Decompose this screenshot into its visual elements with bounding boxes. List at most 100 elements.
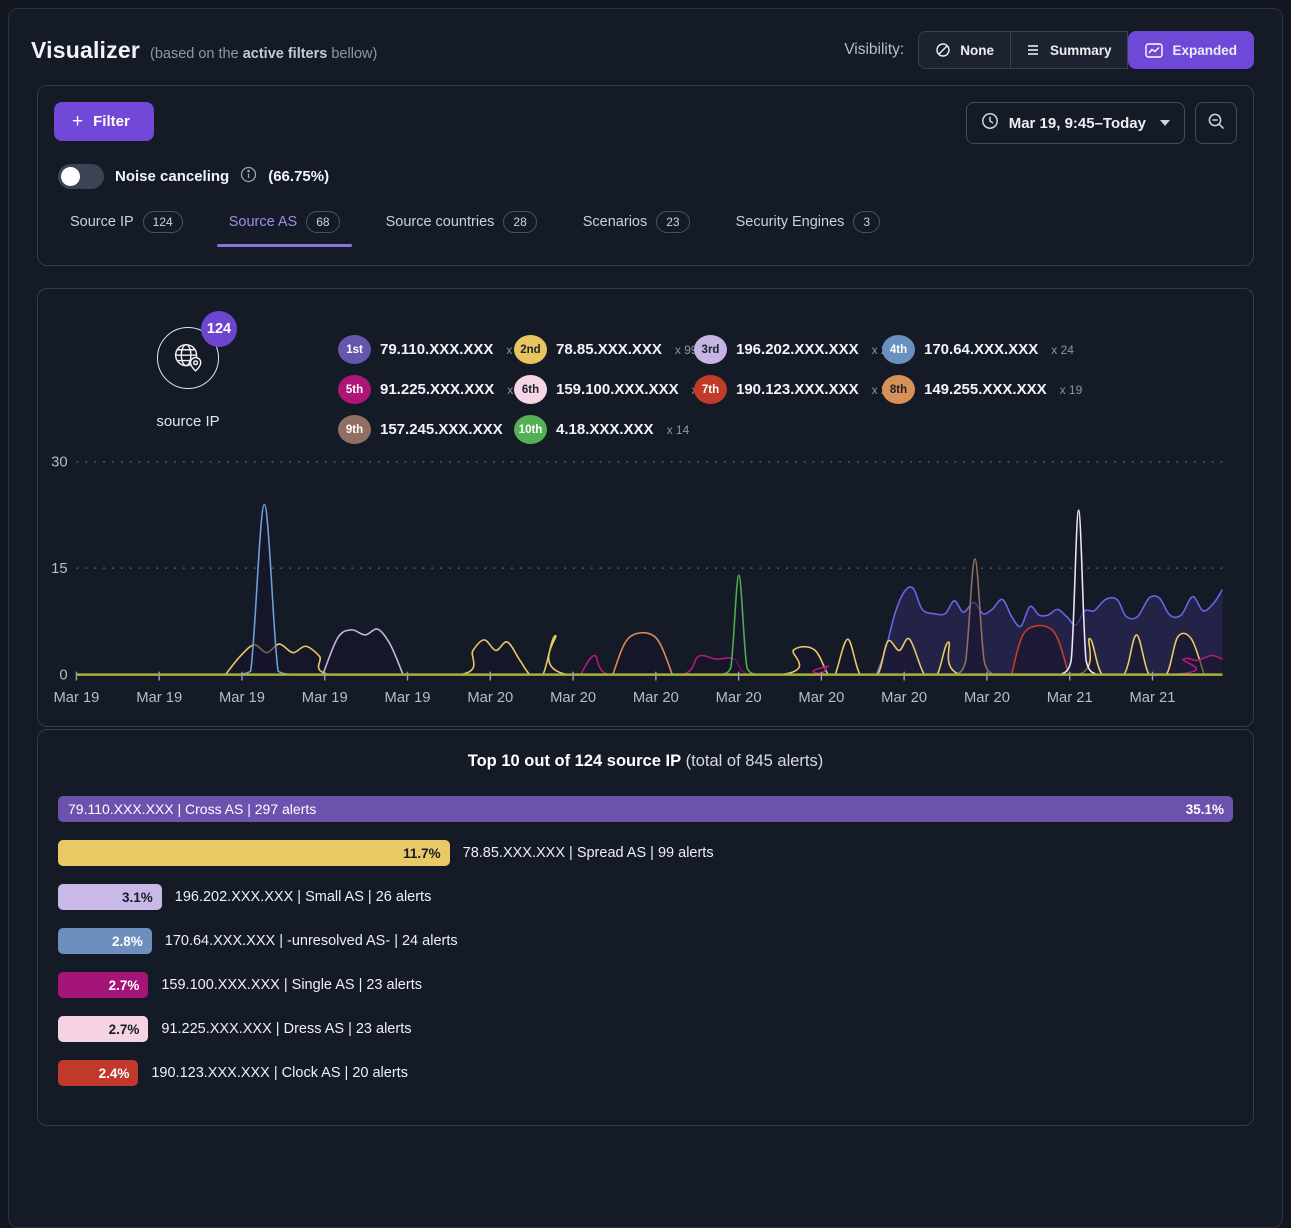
chevron-down-icon [1160,120,1170,126]
legend-ip: 78.85.XXX.XXX [556,341,662,358]
tab-label: Scenarios [583,214,647,230]
legend-rank-badge: 7th [694,375,727,404]
top10-bar-label: 91.225.XXX.XXX | Dress AS | 23 alerts [161,1021,411,1037]
entity-summary: 124 source IP [38,315,338,444]
top10-bar-label: 190.123.XXX.XXX | Clock AS | 20 alerts [151,1065,408,1081]
add-filter-button[interactable]: + Filter [54,102,154,141]
tab-security-engines[interactable]: Security Engines 3 [736,211,881,247]
legend-rank-badge: 5th [338,375,371,404]
clock-icon [981,112,999,134]
info-icon[interactable] [240,166,257,188]
x-axis-label: Mar 19 [302,690,348,706]
x-axis-label: Mar 20 [716,690,762,706]
noise-canceling-toggle[interactable] [58,164,104,189]
noise-canceling-label: Noise canceling [115,168,229,185]
legend-ip: 190.123.XXX.XXX [736,381,859,398]
tab-label: Source countries [386,214,495,230]
legend-item: 3rd196.202.XXX.XXXx 26 [694,335,882,364]
top10-bar-label: 170.64.XXX.XXX | -unresolved AS- | 24 al… [165,933,458,949]
visibility-option-label: None [960,43,994,58]
filter-panel: + Filter Mar 19, 9:45–Today Noise cancel… [37,85,1254,266]
subtitle-bold: active filters [243,46,328,62]
top10-bar: 2.8% [58,928,152,954]
add-filter-label: Filter [93,113,130,130]
timeline-chart: 30150Mar 19Mar 19Mar 19Mar 19Mar 19Mar 2… [38,448,1253,718]
chart-legend: 1st79.110.XXX.XXXx 2972nd 78.85.XXX.XXX x … [338,315,1253,444]
top10-row: 2.8% 170.64.XXX.XXX | -unresolved AS- | 2… [58,919,1233,963]
tab-label: Security Engines [736,214,845,230]
tab-count-badge: 28 [503,211,536,233]
top10-row: 11.7% 78.85.XXX.XXX | Spread AS | 99 aler… [58,831,1233,875]
date-range-button[interactable]: Mar 19, 9:45–Today [966,102,1185,144]
legend-ip: 4.18.XXX.XXX [556,421,654,438]
legend-rank-badge: 3rd [694,335,727,364]
visibility-option-none[interactable]: None [918,31,1011,69]
top10-bar-label: 78.85.XXX.XXX | Spread AS | 99 alerts [463,845,714,861]
tab-source-ip[interactable]: Source IP 124 [70,211,183,247]
date-range-value: Mar 19, 9:45–Today [1009,115,1146,132]
tab-source-countries[interactable]: Source countries 28 [386,211,537,247]
legend-rank-badge: 10th [514,415,547,444]
tab-count-badge: 124 [143,211,183,233]
x-axis-label: Mar 21 [1130,690,1176,706]
top10-title: Top 10 out of 124 source IP (total of 84… [38,730,1253,787]
legend-rank-badge: 9th [338,415,371,444]
legend-item: 4th 170.64.XXX.XXX x 24 [882,335,1092,364]
top10-bar: 3.1% [58,884,162,910]
line-chart-icon [1145,43,1163,58]
plus-icon: + [72,115,83,129]
top10-row: 2.7% 91.225.XXX.XXX | Dress AS | 23 alert… [58,1007,1233,1051]
legend-count: x 14 [667,423,690,437]
legend-item: 10th 4.18.XXX.XXX x 14 [514,415,694,444]
top10-bar-percent: 2.4% [99,1066,130,1081]
x-axis-label: Mar 20 [550,690,596,706]
top10-bar: 2.7% [58,1016,148,1042]
top10-bar-percent: 2.7% [109,1022,140,1037]
tab-count-badge: 23 [656,211,689,233]
legend-ip: 159.100.XXX.XXX [556,381,679,398]
x-axis-label: Mar 20 [798,690,844,706]
y-axis-label: 15 [51,561,67,577]
legend-rank-badge: 4th [882,335,915,364]
visibility-label: Visibility: [844,41,904,59]
top10-row: 35.1% 79.110.XXX.XXX | Cross AS | 297 ale… [58,787,1233,831]
legend-rank-badge: 8th [882,375,915,404]
visibility-option-expanded[interactable]: Expanded [1128,31,1254,69]
top10-bar-percent: 2.7% [109,978,140,993]
top10-panel: Top 10 out of 124 source IP (total of 84… [37,729,1254,1126]
top10-list: 35.1% 79.110.XXX.XXX | Cross AS | 297 ale… [38,787,1253,1095]
filter-tabs: Source IP 124 Source AS68 Source countries 2… [54,211,1237,247]
x-axis-label: Mar 20 [633,690,679,706]
tab-count-badge: 3 [853,211,880,233]
x-axis-label: Mar 19 [136,690,182,706]
zoom-out-button[interactable] [1195,102,1237,144]
x-axis-label: Mar 19 [385,690,431,706]
y-axis-label: 0 [59,668,67,684]
legend-item: 9th157.245.XXX.XXXx 16 [338,415,514,444]
legend-item: 1st79.110.XXX.XXXx 297 [338,335,514,364]
legend-rank-badge: 1st [338,335,371,364]
visibility-option-summary[interactable]: Summary [1011,31,1129,69]
tab-label: Source AS [229,214,298,230]
legend-count: x 24 [1051,343,1074,357]
legend-rank-badge: 2nd [514,335,547,364]
series-area-196.202.XXX.XXX [323,629,403,675]
entity-count-badge: 124 [201,311,237,347]
legend-item: 7th190.123.XXX.XXXx 20 [694,375,882,404]
x-axis-label: Mar 20 [881,690,927,706]
top10-bar-percent: 11.7% [403,846,441,861]
top10-bar-percent: 2.8% [112,934,143,949]
top10-bar: 2.4% [58,1060,138,1086]
legend-ip: 196.202.XXX.XXX [736,341,859,358]
top10-bar-percent: 35.1% [1186,802,1224,817]
magnifier-minus-icon [1207,112,1226,134]
tab-label: Source IP [70,214,134,230]
tab-scenarios[interactable]: Scenarios 23 [583,211,690,247]
tab-source-as[interactable]: Source AS68 [229,211,340,247]
top10-bar: 2.7% [58,972,148,998]
page-header: Visualizer (based on the active filters … [9,9,1282,85]
top10-bar-label: 79.110.XXX.XXX | Cross AS | 297 alerts [68,801,316,817]
entity-label: source IP [156,413,219,430]
visibility-option-label: Summary [1050,43,1112,58]
legend-ip: 170.64.XXX.XXX [924,341,1038,358]
